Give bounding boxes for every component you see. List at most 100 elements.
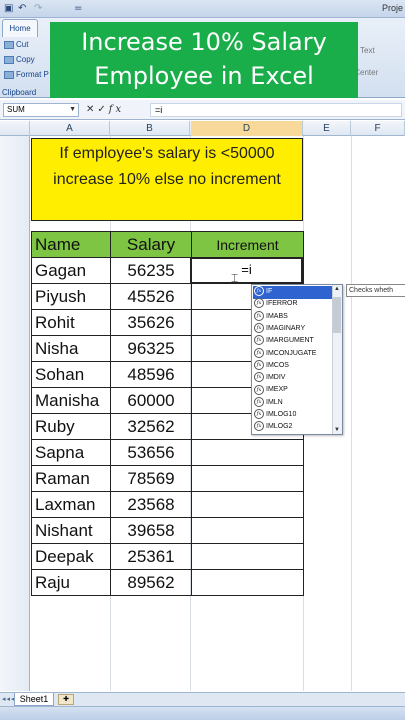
cursor-icon: ⌶	[231, 271, 239, 285]
scroll-thumb[interactable]	[333, 297, 341, 333]
insert-sheet-icon[interactable]: ✚	[58, 694, 74, 705]
autocomplete-item-label: IMDIV	[266, 374, 286, 382]
cell-salary[interactable]: 25361	[110, 543, 192, 570]
autocomplete-item-label: IMAGINARY	[266, 324, 306, 332]
autocomplete-item[interactable]: fx IMAGINARY	[253, 323, 332, 336]
column-header-e[interactable]: E	[303, 121, 351, 136]
cell-salary[interactable]: 45526	[110, 283, 192, 310]
cell-name[interactable]: Gagan	[31, 257, 111, 284]
status-bar	[0, 706, 405, 720]
cell-name[interactable]: Nisha	[31, 335, 111, 362]
autocomplete-item[interactable]: fx IMLOG2	[253, 421, 332, 434]
cell-name[interactable]: Raju	[31, 569, 111, 596]
cell-name[interactable]: Sohan	[31, 361, 111, 388]
autocomplete-item[interactable]: fx IMLOG10	[253, 409, 332, 422]
cell-name[interactable]: Ruby	[31, 413, 111, 440]
cell-name[interactable]: Laxman	[31, 491, 111, 518]
copy-button[interactable]: Copy	[4, 55, 35, 64]
autocomplete-item-label: IMABS	[266, 312, 288, 320]
scroll-down-icon[interactable]: ▼	[333, 427, 341, 433]
sheet-tab-sheet1[interactable]: Sheet1	[14, 693, 54, 706]
formula-input[interactable]: =i	[150, 103, 402, 117]
format-painter-label: Format P	[16, 70, 49, 79]
name-box[interactable]: SUM ▼	[3, 103, 79, 117]
column-header-f[interactable]: F	[351, 121, 405, 136]
cell-increment[interactable]	[191, 569, 304, 596]
cell-name[interactable]: Nishant	[31, 517, 111, 544]
function-tooltip: Checks wheth	[346, 284, 405, 297]
cell-salary[interactable]: 89562	[110, 569, 192, 596]
sheet-tab-bar: ◂◂◂▸ Sheet1 ✚	[0, 692, 405, 706]
autocomplete-item[interactable]: fx IMDIV	[253, 372, 332, 385]
cell-increment[interactable]	[191, 491, 304, 518]
autocomplete-scrollbar[interactable]: ▲ ▼	[332, 285, 342, 434]
formula-bar: SUM ▼ ✕✓fx =i	[0, 100, 405, 120]
cell-increment[interactable]	[191, 517, 304, 544]
header-name[interactable]: Name	[31, 231, 111, 258]
banner-line-1: Increase 10% Salary	[81, 28, 327, 56]
autocomplete-item-label: IMLOG2	[266, 423, 293, 431]
autocomplete-item-label: IMEXP	[266, 386, 288, 394]
undo-icon[interactable]: ↶	[18, 2, 26, 15]
active-cell[interactable]: =i	[190, 257, 303, 284]
cell-increment[interactable]	[191, 543, 304, 570]
enter-icon[interactable]: ✓	[97, 104, 108, 115]
function-icon: fx	[254, 310, 264, 321]
column-header-a[interactable]: A	[30, 121, 110, 136]
cancel-icon[interactable]: ✕	[86, 104, 97, 115]
function-autocomplete-list[interactable]: fx IF fx IFERROR fx IMABS fx IMAGINARY fx IMARGUM…	[251, 284, 343, 435]
cell-salary[interactable]: 60000	[110, 387, 192, 414]
autocomplete-item[interactable]: fx IMCONJUGATE	[253, 347, 332, 361]
cell-name[interactable]: Piyush	[31, 283, 111, 310]
select-all-corner[interactable]	[0, 121, 30, 136]
table-row: Nishant 39658	[31, 517, 304, 544]
cell-salary[interactable]: 96325	[110, 335, 192, 362]
chevron-down-icon[interactable]: ▼	[69, 104, 76, 116]
insert-function-icon[interactable]: fx	[109, 104, 124, 115]
cell-name[interactable]: Sapna	[31, 439, 111, 466]
table-row: Sapna 53656	[31, 439, 304, 466]
function-icon: fx	[254, 384, 264, 395]
brush-icon	[4, 70, 14, 79]
autocomplete-item[interactable]: fx IMCOS	[253, 359, 332, 373]
autocomplete-item[interactable]: fx IFERROR	[253, 298, 332, 311]
column-header-b[interactable]: B	[110, 121, 190, 136]
cell-salary[interactable]: 53656	[110, 439, 192, 466]
format-painter-button[interactable]: Format P	[4, 70, 49, 79]
cell-name[interactable]: Manisha	[31, 387, 111, 414]
save-icon[interactable]: ▣	[4, 2, 13, 15]
autocomplete-item[interactable]: fx IMABS	[253, 310, 332, 324]
cell-salary[interactable]: 56235	[110, 257, 192, 284]
wrap-text-button[interactable]: Text	[360, 46, 375, 55]
instruction-cell[interactable]: If employee's salary is <50000 increase …	[31, 138, 303, 221]
cut-button[interactable]: Cut	[4, 40, 28, 49]
clipboard-group-label: Clipboard	[2, 88, 37, 97]
banner-line-2: Employee in Excel	[94, 62, 314, 90]
cell-salary[interactable]: 39658	[110, 517, 192, 544]
cell-name[interactable]: Deepak	[31, 543, 111, 570]
cell-salary[interactable]: 35626	[110, 309, 192, 336]
scroll-up-icon[interactable]: ▲	[333, 286, 341, 292]
qat-customize-icon[interactable]: =	[74, 2, 82, 15]
cell-salary[interactable]: 23568	[110, 491, 192, 518]
cell-salary[interactable]: 48596	[110, 361, 192, 388]
name-box-value: SUM	[7, 105, 25, 114]
autocomplete-item[interactable]: fx IMLN	[253, 396, 332, 410]
cell-increment[interactable]	[191, 439, 304, 466]
column-header-d[interactable]: D	[191, 121, 303, 136]
autocomplete-item[interactable]: fx IMEXP	[253, 384, 332, 397]
cell-increment[interactable]	[191, 465, 304, 492]
function-icon: fx	[254, 396, 264, 407]
redo-icon[interactable]: ↷	[34, 2, 42, 15]
autocomplete-item[interactable]: fx IF	[253, 286, 332, 299]
gridline	[351, 136, 352, 691]
autocomplete-item[interactable]: fx IMARGUMENT	[253, 335, 332, 348]
cell-salary[interactable]: 32562	[110, 413, 192, 440]
table-row: Laxman 23568	[31, 491, 304, 518]
cell-salary[interactable]: 78569	[110, 465, 192, 492]
cell-name[interactable]: Raman	[31, 465, 111, 492]
header-salary[interactable]: Salary	[110, 231, 192, 258]
header-increment[interactable]: Increment	[191, 231, 304, 258]
cell-name[interactable]: Rohit	[31, 309, 111, 336]
tab-home[interactable]: Home	[2, 19, 38, 37]
